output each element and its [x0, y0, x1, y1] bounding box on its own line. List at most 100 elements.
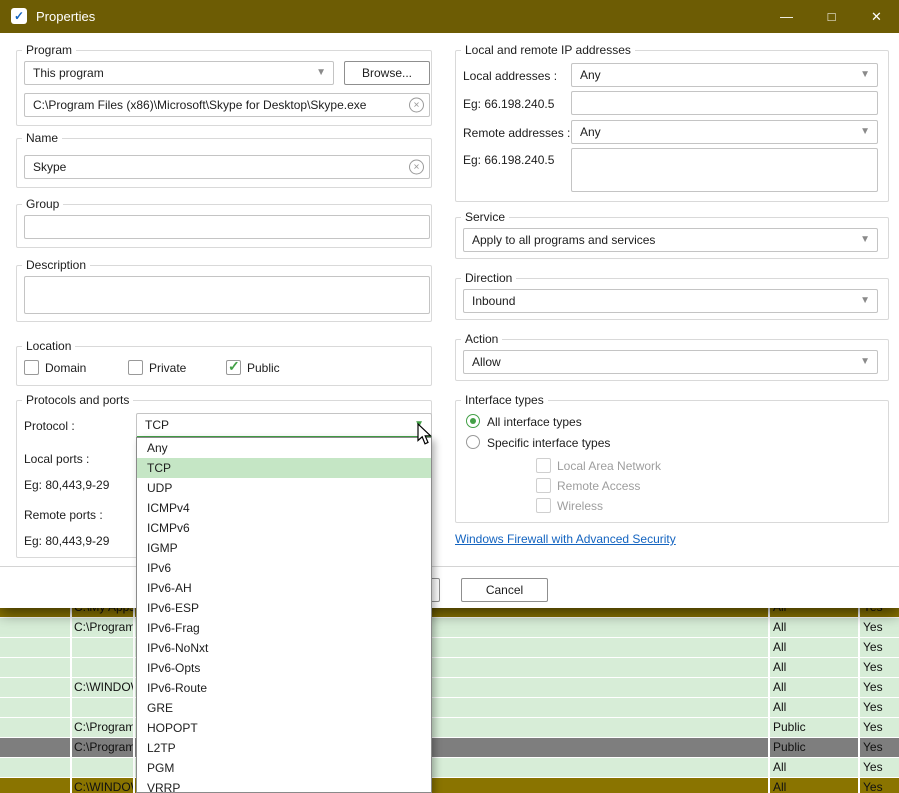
clear-icon[interactable]: ✕ [409, 98, 424, 113]
local-ports-label: Local ports : [24, 452, 89, 466]
local-addresses-combo[interactable]: Any ▼ [571, 63, 878, 87]
program-group-label: Program [22, 43, 76, 57]
dropdown-option[interactable]: IPv6-Frag [137, 618, 431, 638]
dropdown-option[interactable]: IPv6-ESP [137, 598, 431, 618]
private-checkbox[interactable] [128, 360, 143, 375]
browse-button[interactable]: Browse... [344, 61, 430, 85]
specific-interface-types-radio[interactable] [466, 435, 480, 449]
dropdown-option[interactable]: VRRP [137, 778, 431, 793]
window-title: Properties [36, 0, 95, 33]
group-group-label: Group [22, 197, 63, 211]
rule-enabled-cell: Yes [863, 738, 897, 757]
dropdown-option[interactable]: ICMPv6 [137, 518, 431, 538]
protocols-group-label: Protocols and ports [22, 393, 133, 407]
dropdown-option[interactable]: IPv6-AH [137, 578, 431, 598]
remote-access-checkbox-label: Remote Access [557, 479, 640, 493]
rule-profile-cell: All [773, 778, 853, 793]
remote-addresses-combo[interactable]: Any ▼ [571, 120, 878, 144]
program-path-input[interactable]: C:\Program Files (x86)\Microsoft\Skype f… [24, 93, 430, 117]
rule-profile-cell: All [773, 658, 853, 677]
remote-addresses-hint: Eg: 66.198.240.5 [463, 153, 554, 167]
dropdown-option[interactable]: GRE [137, 698, 431, 718]
direction-combo[interactable]: Inbound ▼ [463, 289, 878, 313]
dropdown-option[interactable]: PGM [137, 758, 431, 778]
chevron-down-icon: ▼ [860, 64, 870, 86]
protocol-label: Protocol : [24, 419, 75, 433]
dropdown-option[interactable]: IPv6-NoNxt [137, 638, 431, 658]
action-group-label: Action [461, 332, 502, 346]
rule-path-cell: C:\Program [74, 718, 134, 737]
rule-profile-cell: Public [773, 738, 853, 757]
description-input[interactable] [24, 276, 430, 314]
dropdown-option[interactable]: L2TP [137, 738, 431, 758]
dropdown-option-selected[interactable]: TCP [137, 458, 431, 478]
program-path-value: C:\Program Files (x86)\Microsoft\Skype f… [33, 98, 366, 112]
service-combo[interactable]: Apply to all programs and services ▼ [463, 228, 878, 252]
clear-icon[interactable]: ✕ [409, 160, 424, 175]
rule-profile-cell: All [773, 758, 853, 777]
rule-enabled-cell: Yes [863, 658, 897, 677]
remote-access-checkbox [536, 478, 551, 493]
local-addresses-input[interactable] [571, 91, 878, 115]
program-type-combo[interactable]: This program ▼ [24, 61, 334, 85]
remote-addresses-input[interactable] [571, 148, 878, 192]
protocol-combo[interactable]: TCP ▼ [136, 413, 432, 438]
protocol-dropdown-list: Any TCP UDP ICMPv4 ICMPv6 IGMP IPv6 IPv6… [136, 437, 432, 793]
lan-checkbox-label: Local Area Network [557, 459, 661, 473]
rule-enabled-cell: Yes [863, 638, 897, 657]
public-checkbox[interactable] [226, 360, 241, 375]
rule-enabled-cell: Yes [863, 618, 897, 637]
chevron-down-icon: ▼ [860, 351, 870, 373]
remote-ports-hint: Eg: 80,443,9-29 [24, 534, 109, 548]
service-group-label: Service [461, 210, 509, 224]
domain-checkbox-label: Domain [45, 361, 86, 375]
divider [0, 566, 899, 567]
rule-path-cell: C:\Program [74, 738, 134, 757]
remote-addresses-value: Any [580, 125, 601, 139]
dropdown-option[interactable]: ICMPv4 [137, 498, 431, 518]
rule-profile-cell: All [773, 618, 853, 637]
dropdown-option[interactable]: IPv6-Route [137, 678, 431, 698]
cancel-button[interactable]: Cancel [461, 578, 548, 602]
action-combo[interactable]: Allow ▼ [463, 350, 878, 374]
name-value: Skype [33, 160, 66, 174]
app-icon: ✓ [11, 8, 27, 24]
rule-enabled-cell: Yes [863, 678, 897, 697]
mouse-cursor-icon [416, 423, 434, 447]
public-checkbox-label: Public [247, 361, 280, 375]
properties-dialog: ✓ Properties — □ ✕ Program This program … [0, 0, 899, 608]
wireless-checkbox-label: Wireless [557, 499, 603, 513]
minimize-button[interactable]: — [764, 0, 809, 33]
rule-enabled-cell: Yes [863, 698, 897, 717]
action-value: Allow [472, 355, 501, 369]
dropdown-option[interactable]: HOPOPT [137, 718, 431, 738]
chevron-down-icon: ▼ [860, 121, 870, 143]
dropdown-option[interactable]: Any [137, 438, 431, 458]
group-input[interactable] [24, 215, 430, 239]
rule-enabled-cell: Yes [863, 778, 897, 793]
domain-checkbox[interactable] [24, 360, 39, 375]
rule-path-cell: C:\WINDOW [74, 678, 134, 697]
all-interface-types-radio[interactable] [466, 414, 480, 428]
local-ports-hint: Eg: 80,443,9-29 [24, 478, 109, 492]
rule-path-cell: C:\WINDOW [74, 778, 134, 793]
private-checkbox-label: Private [149, 361, 186, 375]
all-interface-types-label: All interface types [487, 415, 582, 429]
dropdown-option[interactable]: IPv6 [137, 558, 431, 578]
rule-enabled-cell: Yes [863, 758, 897, 777]
chevron-down-icon: ▼ [316, 62, 326, 84]
dropdown-option[interactable]: IGMP [137, 538, 431, 558]
service-value: Apply to all programs and services [472, 233, 655, 247]
close-button[interactable]: ✕ [854, 0, 899, 33]
local-addresses-label: Local addresses : [463, 69, 557, 83]
name-input[interactable]: Skype ✕ [24, 155, 430, 179]
maximize-button[interactable]: □ [809, 0, 854, 33]
rule-path-cell [74, 658, 134, 677]
name-group-label: Name [22, 131, 62, 145]
description-group-label: Description [22, 258, 90, 272]
advanced-security-link[interactable]: Windows Firewall with Advanced Security [455, 532, 676, 546]
rule-path-cell: C:\Program [74, 618, 134, 637]
dropdown-option[interactable]: UDP [137, 478, 431, 498]
rule-enabled-cell: Yes [863, 718, 897, 737]
dropdown-option[interactable]: IPv6-Opts [137, 658, 431, 678]
